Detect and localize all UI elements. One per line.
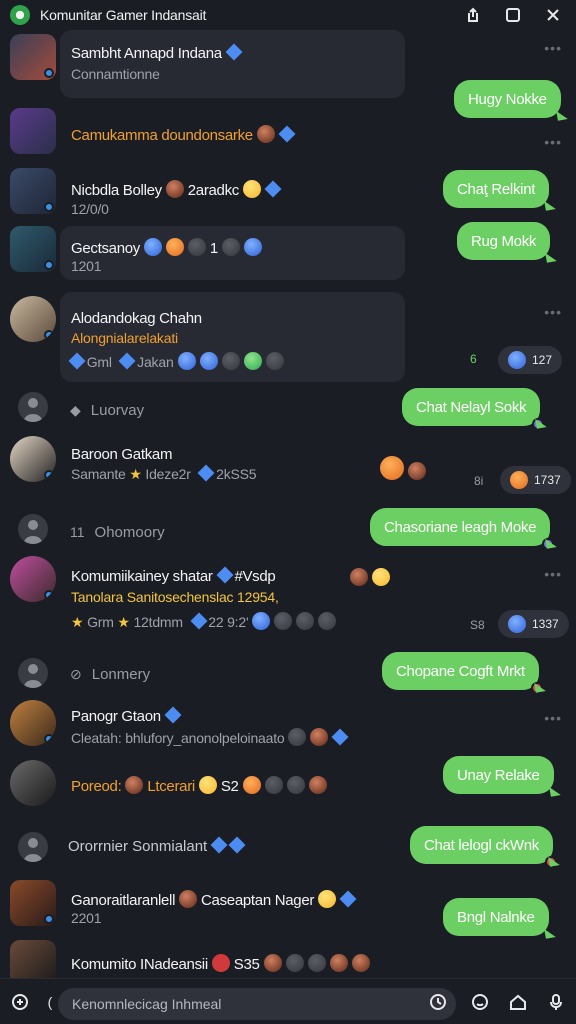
sender-name: Poreod: Ltcerari S2 <box>71 776 327 795</box>
reaction-count: 6 <box>470 352 477 366</box>
outgoing-bubble[interactable]: Chopane Cogft Mrkt <box>382 652 539 690</box>
avatar[interactable] <box>10 556 56 602</box>
system-avatar <box>18 832 48 862</box>
outgoing-bubble[interactable]: Chaţ Relkint <box>443 170 549 208</box>
system-icon: ◆ <box>70 402 81 418</box>
reaction-chip[interactable]: 127 <box>498 346 562 374</box>
message-text: Connamtionne <box>71 66 160 82</box>
app-title: Komunitar Gamer Indansait <box>40 7 206 23</box>
sender-name: Baroon Gatkam <box>71 446 172 463</box>
system-message: Ororrnier Sonmialant <box>68 838 243 855</box>
message-card <box>60 30 405 98</box>
outgoing-bubble[interactable]: Bngl Nalnke <box>443 898 549 936</box>
sender-name: Sambht Annapd Indana <box>71 45 240 62</box>
reaction-count: 8i <box>474 474 483 488</box>
sender-name: Gectsanoy 1 <box>71 238 262 257</box>
avatar[interactable] <box>10 296 56 342</box>
sender-name: Komumiikainey shatar #Vsdp <box>71 568 275 585</box>
system-message: 11Ohomoory <box>70 524 165 541</box>
avatar[interactable] <box>10 34 56 80</box>
sender-name: Panogr Gtaon <box>71 708 179 725</box>
clock-icon[interactable] <box>428 992 448 1012</box>
sender-name: Alodandokag Chahn <box>71 310 202 327</box>
emoji-reaction <box>346 568 390 588</box>
home-icon[interactable] <box>508 992 528 1012</box>
system-icon: ⊘ <box>70 666 82 682</box>
emoji-reaction <box>376 456 426 482</box>
message-time: 2201 <box>71 910 101 926</box>
avatar[interactable] <box>10 436 56 482</box>
sender-name: Ganoraitlaranlell Caseaptan Nager <box>71 890 354 909</box>
avatar[interactable] <box>10 760 56 806</box>
chat-area[interactable]: Sambht Annapd Indana Connamtionne ••• Hu… <box>0 30 576 978</box>
system-avatar <box>18 658 48 688</box>
outgoing-bubble[interactable]: Unay Relake <box>443 756 554 794</box>
avatar[interactable] <box>10 168 56 214</box>
avatar[interactable] <box>10 700 56 746</box>
system-message: ⊘Lonmery <box>70 666 150 683</box>
message-time: 12/0/0 <box>71 201 109 217</box>
outgoing-bubble[interactable]: Chasoriane leagh Moke <box>370 508 550 546</box>
avatar[interactable] <box>10 226 56 272</box>
avatar[interactable] <box>10 108 56 154</box>
more-icon[interactable]: ••• <box>544 566 562 582</box>
message-reactions: Gml Jakan <box>71 352 284 370</box>
reaction-count: S8 <box>470 618 485 632</box>
paren-icon: ( <box>40 992 60 1012</box>
emoji-icon[interactable] <box>470 992 490 1012</box>
message-text: Samante ★ Ideze2r 2kSS5 <box>71 466 256 483</box>
more-icon[interactable]: ••• <box>544 134 562 150</box>
message-time: 1201 <box>71 258 101 274</box>
share-icon[interactable] <box>462 4 484 26</box>
outgoing-bubble[interactable]: Chat lelogl ckWnk <box>410 826 553 864</box>
outgoing-bubble[interactable]: Hugy Nokke <box>454 80 561 118</box>
message-input-placeholder: Kenomnlecicag Inhmeal <box>72 996 221 1012</box>
message-input[interactable]: Kenomnlecicag Inhmeal <box>58 988 456 1020</box>
reaction-chip[interactable]: 1737 <box>500 466 571 494</box>
close-icon[interactable] <box>542 4 564 26</box>
more-icon[interactable]: ••• <box>544 40 562 56</box>
sender-name: Nicbdla Bolley 2aradkc <box>71 180 279 199</box>
message-text: Alongnialarelakati <box>71 330 178 346</box>
more-icon[interactable]: ••• <box>544 710 562 726</box>
mic-icon[interactable] <box>546 992 566 1012</box>
message-text: Cleatah: bhlufory_anonolpeloinaato <box>71 728 346 746</box>
message-text: Tanolara Sanitosechenslac 12954, <box>71 589 279 605</box>
outgoing-bubble[interactable]: Chat Nelayl Sokk <box>402 388 540 426</box>
message-reactions: ★ Grm ★ 12tdmm 22 9:2' <box>71 612 336 631</box>
composer-bar: ( Kenomnlecicag Inhmeal <box>0 978 576 1024</box>
system-avatar <box>18 392 48 422</box>
more-icon[interactable]: ••• <box>544 304 562 320</box>
sender-name: Camukamma doundonsarke <box>71 125 293 144</box>
outgoing-bubble[interactable]: Rug Mokk <box>457 222 550 260</box>
square-icon[interactable] <box>502 4 524 26</box>
system-avatar <box>18 514 48 544</box>
reaction-chip[interactable]: 1337 <box>498 610 569 638</box>
avatar[interactable] <box>10 880 56 926</box>
system-message: ◆Luorvay <box>70 402 144 419</box>
avatar[interactable] <box>10 940 56 978</box>
sender-name: Komumito INadeansii S35 <box>71 954 370 973</box>
app-logo-icon <box>10 5 30 25</box>
app-header: Komunitar Gamer Indansait <box>0 0 576 30</box>
attach-icon[interactable] <box>10 992 30 1012</box>
